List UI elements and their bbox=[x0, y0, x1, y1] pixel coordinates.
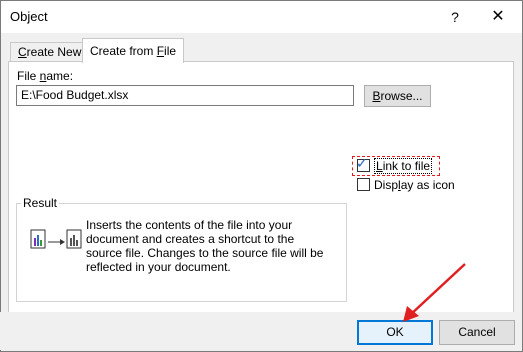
tab-create-new-mnemonic: C bbox=[18, 45, 27, 59]
display-as-icon-label[interactable]: Display as icon bbox=[374, 178, 455, 192]
tab-create-from-file-prefix: Create from bbox=[90, 44, 157, 58]
linked-document-icon bbox=[30, 229, 82, 249]
file-name-input[interactable]: E:\Food Budget.xlsx bbox=[16, 85, 354, 106]
checkmark-icon: ✓ bbox=[356, 155, 368, 171]
result-legend: Result bbox=[21, 196, 60, 210]
display-as-icon-rest: ay as icon bbox=[400, 178, 455, 192]
browse-label: rowse... bbox=[380, 89, 423, 103]
file-name-label-prefix: File bbox=[17, 69, 40, 83]
display-as-icon-prefix: Disp bbox=[374, 178, 399, 192]
browse-mnemonic: B bbox=[372, 89, 381, 103]
tab-create-from-file[interactable]: Create from File bbox=[82, 38, 185, 63]
display-as-icon-checkbox[interactable] bbox=[357, 178, 370, 191]
window-title: Object bbox=[10, 9, 48, 24]
close-button[interactable]: ✕ bbox=[487, 7, 509, 27]
browse-button[interactable]: Browse... bbox=[364, 85, 431, 107]
link-to-file-label[interactable]: Link to file bbox=[374, 158, 433, 174]
tab-create-new[interactable]: Create New bbox=[10, 42, 90, 62]
tab-create-from-file-rest: ile bbox=[164, 44, 177, 58]
result-description: Inserts the contents of the file into yo… bbox=[86, 218, 324, 274]
tab-create-new-label: reate New bbox=[26, 45, 82, 59]
link-to-file-text: ink to file bbox=[382, 159, 431, 173]
red-arrow-annotation bbox=[403, 263, 466, 322]
title-bar: Object ? ✕ bbox=[1, 1, 522, 33]
tab-create-from-file-mnemonic: F bbox=[156, 44, 165, 58]
link-to-file-mnemonic: L bbox=[376, 159, 383, 173]
file-name-label: File name: bbox=[17, 69, 73, 83]
file-name-label-rest: ame: bbox=[46, 69, 74, 83]
help-button[interactable]: ? bbox=[445, 7, 465, 27]
